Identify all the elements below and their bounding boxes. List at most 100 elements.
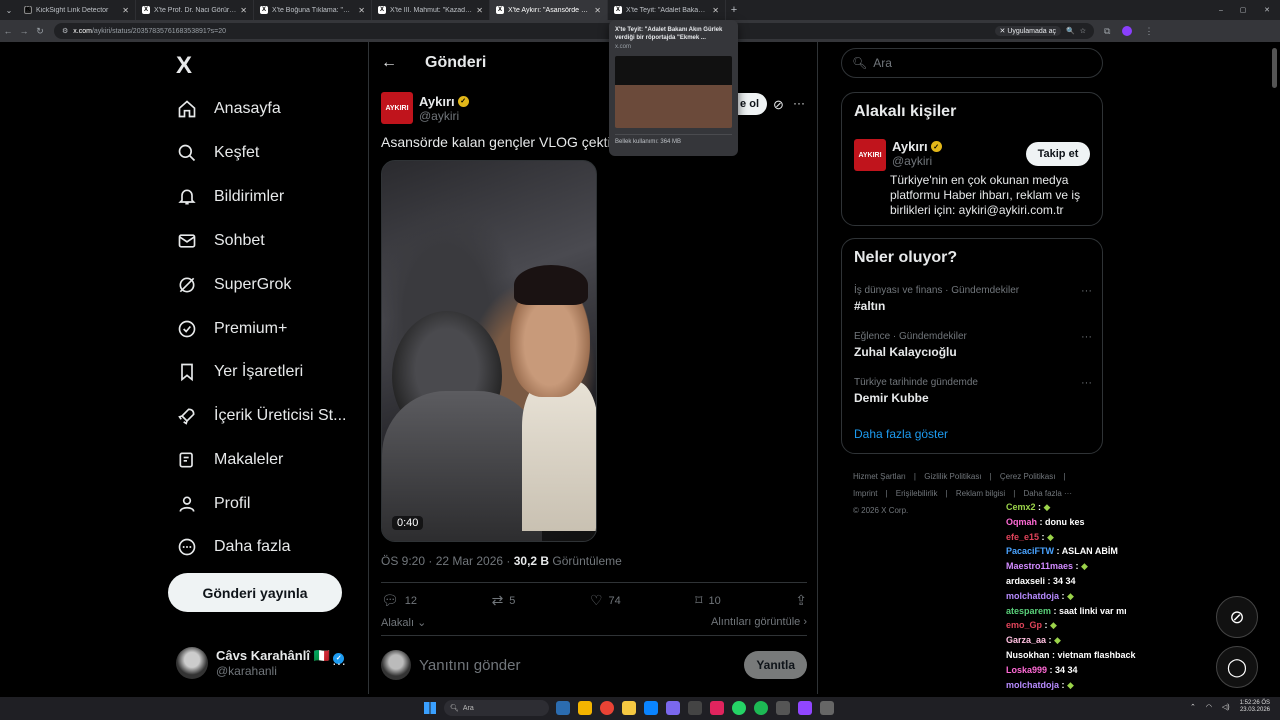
browser-tab[interactable]: X X'te Boğuna Tıklama: "Sivas'ta 1 ✕ (254, 0, 372, 20)
chat-username[interactable]: Cemx2 (1006, 502, 1036, 512)
taskbar-search[interactable]: 🔍︎ Ara (444, 700, 549, 716)
tab-close-icon[interactable]: ✕ (122, 6, 129, 15)
person-row[interactable]: AYKIRI Aykırı ✓ @aykiri (854, 139, 942, 171)
nav-item-explore[interactable]: Keşfet (176, 142, 259, 164)
whatsapp-icon[interactable] (732, 701, 746, 715)
chat-username[interactable]: ardaxseli (1006, 576, 1045, 586)
account-switcher[interactable]: Câvs Karahânlî 🇮🇹 ✓ @karahanli ··· (176, 647, 362, 679)
nav-item-more[interactable]: Daha fazla (176, 536, 291, 558)
back-arrow-icon[interactable]: ← (381, 54, 397, 72)
app-icon[interactable] (820, 701, 834, 715)
footer-link[interactable]: Reklam bilgisi (956, 489, 1005, 498)
nav-item-creator-studio[interactable]: İçerik Üreticisi St... (176, 405, 346, 427)
reply-button[interactable]: Yanıtla (744, 651, 807, 679)
volume-icon[interactable]: ◁) (1222, 703, 1230, 711)
open-in-app-button[interactable]: ✕ Uygulamada aç (994, 26, 1061, 36)
trend-item[interactable]: Türkiye tarihinde gündemde Demir Kubbe ··· (854, 377, 1092, 405)
tab-close-icon[interactable]: ✕ (240, 6, 247, 15)
scrollbar[interactable] (1272, 48, 1277, 88)
chat-username[interactable]: PacaciFTW (1006, 546, 1054, 556)
author-avatar[interactable]: AYKIRI (381, 92, 413, 124)
footer-link[interactable]: Erişilebilirlik (896, 489, 938, 498)
app-icon[interactable] (666, 701, 680, 715)
x-logo[interactable]: X (176, 52, 192, 80)
like-action[interactable]: ♡ 74 (590, 592, 621, 609)
chat-username[interactable]: Oqmah (1006, 517, 1037, 527)
star-icon[interactable]: ☆ (1080, 27, 1086, 35)
nav-item-bookmarks[interactable]: Yer İşaretleri (176, 361, 303, 383)
extensions-icon[interactable]: ⧉ (1104, 26, 1110, 37)
author-name[interactable]: Aykırı ✓ (419, 94, 469, 109)
chat-username[interactable]: efe_e15 (1006, 532, 1039, 542)
footer-link[interactable]: Gizlilik Politikası (924, 472, 981, 481)
forward-icon[interactable]: → (16, 26, 32, 36)
reply-action[interactable]: 💬︎ 12 (381, 592, 417, 609)
nav-item-premium[interactable]: Premium+ (176, 318, 287, 340)
tab-close-icon[interactable]: ✕ (712, 6, 719, 15)
post-time[interactable]: ÖS 9:20 · 22 Mar 2026 · (381, 554, 514, 568)
reload-icon[interactable]: ↻ (32, 26, 48, 37)
chat-username[interactable]: Nusokhan (1006, 650, 1050, 660)
chevron-up-icon[interactable]: ⌃ (1190, 703, 1196, 711)
video-player[interactable]: 0:40 (381, 160, 597, 542)
post-more-icon[interactable]: ··· (793, 96, 805, 110)
trend-item[interactable]: Eğlence · Gündemdekiler Zuhal Kalaycıoğlu… (854, 331, 1092, 359)
nav-item-notifications[interactable]: Bildirimler (176, 186, 284, 208)
footer-link[interactable]: Hizmet Şartları (853, 472, 906, 481)
tab-close-icon[interactable]: ✕ (358, 6, 365, 15)
app-icon[interactable] (776, 701, 790, 715)
view-quotes-link[interactable]: Alıntıları görüntüle › (711, 616, 807, 635)
nav-item-messages[interactable]: Sohbet (176, 230, 265, 252)
share-action[interactable]: ⇪ (795, 592, 807, 609)
profile-avatar[interactable] (1122, 26, 1133, 36)
windows-start-icon[interactable] (424, 702, 436, 714)
chat-username[interactable]: Maestro11maes (1006, 561, 1073, 571)
app-icon[interactable] (556, 701, 570, 715)
post-author[interactable]: AYKIRI Aykırı ✓ @aykiri (381, 92, 469, 124)
grok-icon[interactable]: ⊘ (773, 97, 784, 113)
folder-icon[interactable] (622, 701, 636, 715)
search-input[interactable]: 🔍︎ Ara (841, 48, 1103, 78)
chat-username[interactable]: atesparem (1006, 606, 1051, 616)
footer-link[interactable]: Imprint (853, 489, 877, 498)
app-icon[interactable] (710, 701, 724, 715)
bookmark-action[interactable]: ⌑ 10 (695, 592, 720, 609)
trend-more-icon[interactable]: ··· (1081, 331, 1092, 343)
grok-float-button[interactable]: ⊘ (1216, 596, 1258, 638)
spotify-icon[interactable] (754, 701, 768, 715)
restore-button[interactable]: ▢ (1232, 6, 1254, 14)
browser-tab[interactable]: K KickSight Link Detector ✕ (18, 0, 136, 20)
messages-float-button[interactable]: ◯ (1216, 646, 1258, 688)
person-name[interactable]: Aykırı ✓ (892, 139, 942, 154)
app-icon[interactable] (688, 701, 702, 715)
chat-username[interactable]: emo_Gp (1006, 620, 1042, 630)
related-dropdown[interactable]: Alakalı ⌄ (381, 616, 426, 635)
post-button[interactable]: Gönderi yayınla (168, 573, 342, 612)
new-tab-button[interactable]: + (726, 4, 742, 16)
nav-item-profile[interactable]: Profil (176, 493, 250, 515)
footer-link[interactable]: Daha fazla ··· (1024, 489, 1072, 498)
app-icon[interactable] (644, 701, 658, 715)
browser-tab[interactable]: X X'te Teyit: "Adalet Bakanı Akın G ✕ (608, 0, 726, 20)
chat-username[interactable]: molchatdoja (1006, 591, 1059, 601)
browser-tab[interactable]: X X'te Prof. Dr. Naci Görür: "UYAR ✕ (136, 0, 254, 20)
tab-close-icon[interactable]: ✕ (594, 6, 601, 15)
repost-action[interactable]: ⇄ 5 (492, 592, 516, 609)
nav-item-home[interactable]: Anasayfa (176, 98, 281, 120)
trend-more-icon[interactable]: ··· (1081, 377, 1092, 389)
show-more-link[interactable]: Daha fazla göster (854, 427, 948, 441)
site-info-icon[interactable]: ⚙ (62, 27, 68, 35)
minimize-button[interactable]: – (1210, 7, 1232, 14)
follow-button[interactable]: Takip et (1026, 142, 1090, 166)
chat-username[interactable]: Loska999 (1006, 665, 1047, 675)
url-field[interactable]: ⚙ x.com/aykiri/status/203578357616835389… (54, 23, 1094, 39)
nav-item-supergrok[interactable]: SuperGrok (176, 274, 291, 296)
browser-menu-icon[interactable]: ⋮ (1144, 26, 1153, 37)
nav-item-articles[interactable]: Makaleler (176, 449, 283, 471)
reply-input[interactable]: Yanıtını gönder (419, 657, 736, 674)
trend-more-icon[interactable]: ··· (1081, 285, 1092, 297)
browser-tab-active[interactable]: X X'te Aykırı: "Asansörde kalan ge ✕ (490, 0, 608, 20)
account-more-icon[interactable]: ··· (332, 655, 346, 671)
wifi-icon[interactable]: ◠ (1206, 703, 1212, 711)
person-avatar[interactable]: AYKIRI (854, 139, 886, 171)
